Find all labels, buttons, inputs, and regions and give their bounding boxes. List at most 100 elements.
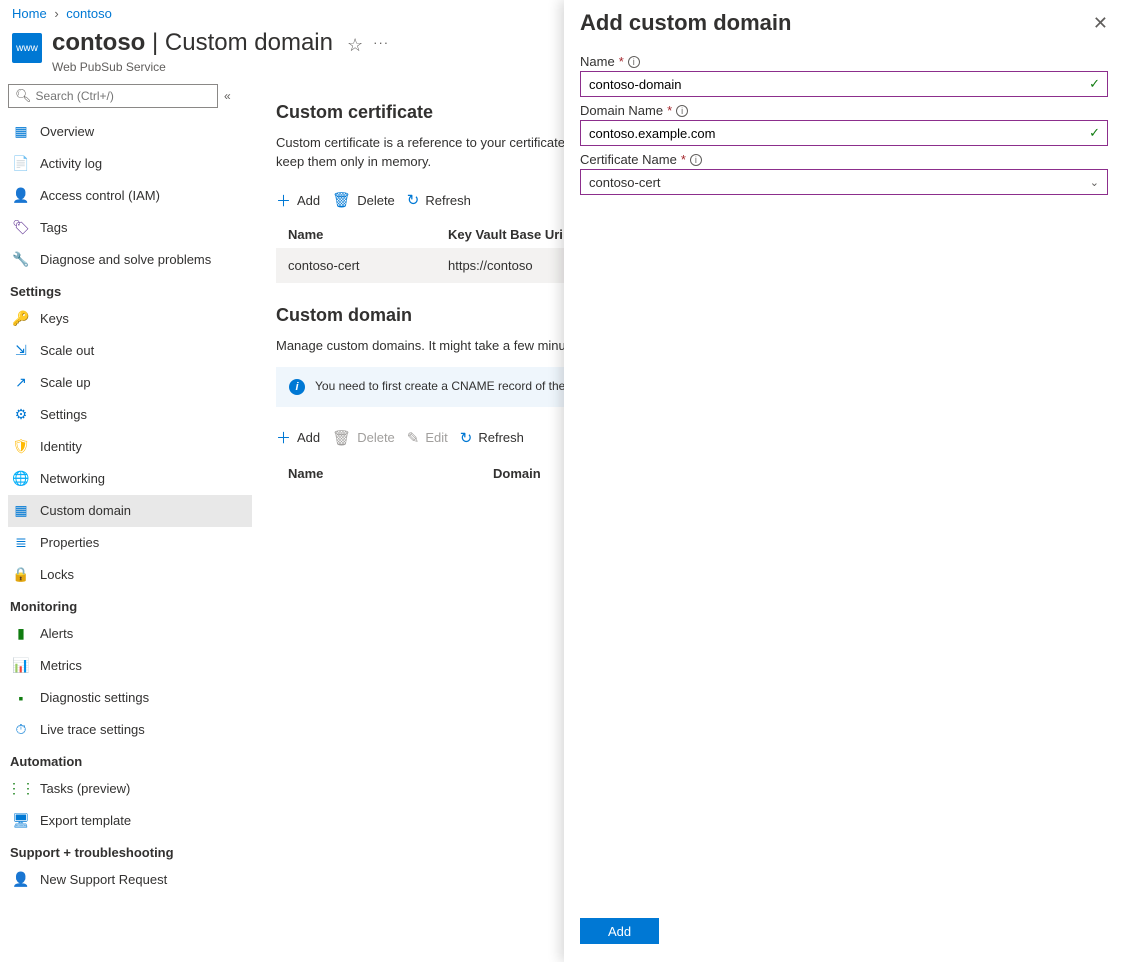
alerts-icon: ▮	[12, 625, 30, 643]
close-icon[interactable]: ✕	[1093, 13, 1108, 34]
domain-add-button[interactable]: ＋Add	[276, 427, 320, 448]
breadcrumb-home[interactable]: Home	[12, 6, 47, 21]
breadcrumb-resource[interactable]: contoso	[66, 6, 112, 21]
sidebar-item-activity-log[interactable]: 📄Activity log	[8, 148, 252, 180]
info-tooltip-icon[interactable]: i	[690, 154, 702, 166]
more-menu-icon[interactable]: ···	[373, 35, 389, 50]
trash-icon: 🗑	[332, 191, 351, 209]
sidebar-item-label: Export template	[40, 813, 131, 828]
sidebar-item-scale-out[interactable]: ⇲ Scale out	[8, 335, 252, 367]
sidebar: 🔍︎ « ▦ Overview 📄Activity log 👤 Access contr…	[0, 80, 252, 896]
sidebar-item-locks[interactable]: 🔒 Locks	[8, 559, 252, 591]
gear-icon: ⚙	[12, 406, 30, 424]
certificate-name-label: Certificate Name * i	[580, 152, 1108, 167]
name-label: Name * i	[580, 54, 1108, 69]
sidebar-item-label: Metrics	[40, 658, 82, 673]
cert-add-button[interactable]: ＋Add	[276, 190, 320, 211]
sidebar-item-label: Identity	[40, 439, 82, 454]
panel-add-button[interactable]: Add	[580, 918, 659, 944]
trash-icon: 🗑	[332, 429, 351, 447]
check-icon: ✓	[1089, 76, 1100, 92]
sidebar-item-alerts[interactable]: ▮ Alerts	[8, 618, 252, 650]
domain-name-field[interactable]	[580, 120, 1108, 146]
sidebar-item-identity[interactable]: 🛡 Identity	[8, 431, 252, 463]
sidebar-item-diagnose-and-solve-problems[interactable]: 🔧 Diagnose and solve problems	[8, 244, 252, 276]
identity-icon: 🛡	[12, 438, 30, 456]
cert-row-name: contoso-cert	[288, 258, 448, 273]
cert-delete-button[interactable]: 🗑Delete	[332, 191, 395, 209]
refresh-icon: ↻	[407, 191, 420, 209]
sidebar-item-live-trace-settings[interactable]: ⏱Live trace settings	[8, 714, 252, 746]
diagnose-icon: 🔧	[12, 251, 30, 269]
sidebar-item-settings[interactable]: ⚙ Settings	[8, 399, 252, 431]
domain-refresh-button[interactable]: ↻Refresh	[460, 429, 524, 447]
info-tooltip-icon[interactable]: i	[628, 56, 640, 68]
search-input[interactable]	[36, 89, 211, 103]
pencil-icon: ✎	[407, 429, 420, 447]
nav-heading: Automation	[8, 746, 252, 773]
domain-edit-button: ✎Edit	[407, 429, 448, 447]
chevron-down-icon: ⌄	[1090, 176, 1099, 189]
sidebar-item-tags[interactable]: 🏷Tags	[8, 212, 252, 244]
scale-up-icon: ↗	[12, 374, 30, 392]
sidebar-item-label: Diagnose and solve problems	[40, 252, 211, 267]
info-icon: i	[289, 379, 305, 395]
cert-refresh-button[interactable]: ↻Refresh	[407, 191, 471, 209]
sidebar-search[interactable]: 🔍︎	[8, 84, 218, 108]
plus-icon: ＋	[276, 427, 291, 448]
tags-icon: 🏷	[12, 219, 30, 237]
refresh-icon: ↻	[460, 429, 473, 447]
sidebar-item-export-template[interactable]: 🖥 Export template	[8, 805, 252, 837]
sidebar-item-keys[interactable]: 🔑Keys	[8, 303, 252, 335]
sidebar-item-label: Alerts	[40, 626, 73, 641]
support-icon: 👤	[12, 871, 30, 889]
custom-domain-icon: ▦	[12, 502, 30, 520]
sidebar-item-label: Locks	[40, 567, 74, 582]
sidebar-item-label: Access control (IAM)	[40, 188, 160, 203]
panel-title: Add custom domain	[580, 10, 791, 36]
sidebar-item-scale-up[interactable]: ↗ Scale up	[8, 367, 252, 399]
favorite-star-icon[interactable]: ☆	[347, 35, 363, 56]
export-icon: 🖥	[12, 812, 30, 830]
sidebar-item-label: Settings	[40, 407, 87, 422]
sidebar-item-label: Networking	[40, 471, 105, 486]
sidebar-item-label: Scale up	[40, 375, 91, 390]
info-tooltip-icon[interactable]: i	[676, 105, 688, 117]
page-title: contoso | Custom domain	[52, 29, 333, 58]
breadcrumb-separator: ›	[54, 6, 58, 21]
certificate-name-select[interactable]: contoso-cert ⌄	[580, 169, 1108, 195]
sidebar-item-label: Properties	[40, 535, 99, 550]
nav-heading: Support + troubleshooting	[8, 837, 252, 864]
domain-name-label: Domain Name * i	[580, 103, 1108, 118]
sidebar-item-properties[interactable]: ≣Properties	[8, 527, 252, 559]
sidebar-item-new-support-request[interactable]: 👤New Support Request	[8, 864, 252, 896]
name-field[interactable]	[580, 71, 1108, 97]
diagnostic-icon: ▪	[12, 689, 30, 707]
sidebar-item-custom-domain[interactable]: ▦Custom domain	[8, 495, 252, 527]
overview-icon: ▦	[12, 123, 30, 141]
access-control-icon: 👤	[12, 187, 30, 205]
collapse-sidebar-icon[interactable]: «	[224, 89, 231, 103]
plus-icon: ＋	[276, 190, 291, 211]
sidebar-item-tasks-preview-[interactable]: ⋮⋮Tasks (preview)	[8, 773, 252, 805]
sidebar-item-label: Live trace settings	[40, 722, 145, 737]
activity-log-icon: 📄	[12, 155, 30, 173]
sidebar-item-networking[interactable]: 🌐 Networking	[8, 463, 252, 495]
domain-col-domain: Domain	[493, 466, 541, 481]
sidebar-item-access-control-iam-[interactable]: 👤 Access control (IAM)	[8, 180, 252, 212]
service-icon: www	[12, 33, 42, 63]
sidebar-item-diagnostic-settings[interactable]: ▪Diagnostic settings	[8, 682, 252, 714]
domain-col-name: Name	[288, 466, 493, 481]
sidebar-item-metrics[interactable]: 📊 Metrics	[8, 650, 252, 682]
scale-out-icon: ⇲	[12, 342, 30, 360]
cert-col-name: Name	[288, 227, 448, 242]
sidebar-item-label: Overview	[40, 124, 94, 139]
lock-icon: 🔒	[12, 566, 30, 584]
sidebar-item-overview[interactable]: ▦ Overview	[8, 116, 252, 148]
tasks-icon: ⋮⋮	[12, 780, 30, 798]
sidebar-item-label: Scale out	[40, 343, 94, 358]
check-icon: ✓	[1089, 125, 1100, 141]
certificate-name-value: contoso-cert	[589, 175, 661, 190]
metrics-icon: 📊	[12, 657, 30, 675]
networking-icon: 🌐	[12, 470, 30, 488]
